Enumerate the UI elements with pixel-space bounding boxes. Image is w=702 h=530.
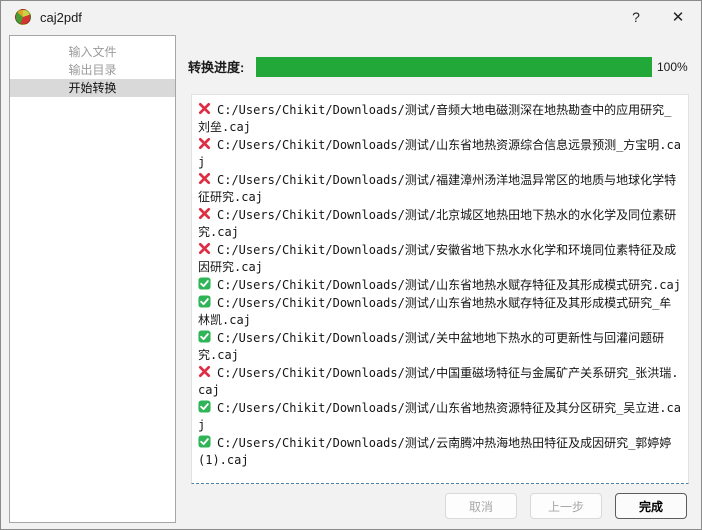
progress-row: 转换进度: 100% <box>188 56 691 77</box>
titlebar: caj2pdf ? ✕ <box>1 1 701 33</box>
file-path: C:/Users/Chikit/Downloads/测试/山东省地热资源特征及其… <box>198 401 681 432</box>
file-path: C:/Users/Chikit/Downloads/测试/山东省地热资源综合信息… <box>198 138 681 169</box>
app-icon <box>15 9 31 25</box>
sidebar-step-item[interactable]: 输入文件 <box>10 43 175 61</box>
status-icon <box>198 172 211 185</box>
file-path: C:/Users/Chikit/Downloads/测试/山东省地热水赋存特征及… <box>217 278 681 292</box>
progress-bar <box>256 56 652 77</box>
file-row: C:/Users/Chikit/Downloads/测试/云南腾冲热海地热田特征… <box>198 435 682 469</box>
status-icon <box>198 277 211 290</box>
file-row: C:/Users/Chikit/Downloads/测试/关中盆地地下热水的可更… <box>198 330 682 364</box>
sidebar-step-item[interactable]: 输出目录 <box>10 61 175 79</box>
file-row: C:/Users/Chikit/Downloads/测试/山东省地热资源综合信息… <box>198 137 682 171</box>
error-x-icon <box>198 365 211 378</box>
error-x-icon <box>198 242 211 255</box>
success-check-icon <box>198 435 211 448</box>
status-icon <box>198 330 211 343</box>
file-path: C:/Users/Chikit/Downloads/测试/音频大地电磁测深在地热… <box>198 103 672 134</box>
file-row: C:/Users/Chikit/Downloads/测试/北京城区地热田地下热水… <box>198 207 682 241</box>
wizard-button[interactable]: 上一步 <box>530 493 602 519</box>
progress-bar-fill <box>256 56 652 77</box>
file-row: C:/Users/Chikit/Downloads/测试/山东省地热水赋存特征及… <box>198 295 682 329</box>
steps-sidebar: 输入文件 输出目录 开始转换 <box>9 35 176 523</box>
error-x-icon <box>198 137 211 150</box>
file-path: C:/Users/Chikit/Downloads/测试/安徽省地下热水水化学和… <box>198 243 677 274</box>
error-x-icon <box>198 172 211 185</box>
success-check-icon <box>198 277 211 290</box>
status-icon <box>198 102 211 115</box>
file-path: C:/Users/Chikit/Downloads/测试/关中盆地地下热水的可更… <box>198 331 665 362</box>
file-row: C:/Users/Chikit/Downloads/测试/安徽省地下热水水化学和… <box>198 242 682 276</box>
caj2pdf-window: { "window": { "title": "caj2pdf", "help_… <box>0 0 702 530</box>
file-path: C:/Users/Chikit/Downloads/测试/中国重磁场特征与金属矿… <box>198 366 679 397</box>
file-path: C:/Users/Chikit/Downloads/测试/云南腾冲热海地热田特征… <box>198 436 672 467</box>
sidebar-step-label: 输出目录 <box>68 63 117 77</box>
status-icon <box>198 365 211 378</box>
progress-label: 转换进度: <box>188 60 245 75</box>
file-row: C:/Users/Chikit/Downloads/测试/山东省地热资源特征及其… <box>198 400 682 434</box>
sidebar-step-label: 输入文件 <box>68 45 117 59</box>
wizard-button[interactable]: 取消 <box>445 493 517 519</box>
file-row: C:/Users/Chikit/Downloads/测试/音频大地电磁测深在地热… <box>198 102 682 136</box>
file-row: C:/Users/Chikit/Downloads/测试/福建漳州汤洋地温异常区… <box>198 172 682 206</box>
file-path: C:/Users/Chikit/Downloads/测试/北京城区地热田地下热水… <box>198 208 677 239</box>
status-icon <box>198 207 211 220</box>
success-check-icon <box>198 400 211 413</box>
status-icon <box>198 435 211 448</box>
footer-buttons: 取消 上一步 完成 <box>445 493 687 519</box>
close-button[interactable]: ✕ <box>657 1 699 33</box>
error-x-icon <box>198 102 211 115</box>
sidebar-step-item[interactable]: 开始转换 <box>10 79 175 97</box>
success-check-icon <box>198 330 211 343</box>
success-check-icon <box>198 295 211 308</box>
titlebar-buttons: ? ✕ <box>615 1 701 33</box>
file-path: C:/Users/Chikit/Downloads/测试/山东省地热水赋存特征及… <box>198 296 672 327</box>
status-icon <box>198 400 211 413</box>
wizard-button[interactable]: 完成 <box>615 493 687 519</box>
status-icon <box>198 295 211 308</box>
error-x-icon <box>198 207 211 220</box>
help-button[interactable]: ? <box>615 1 657 33</box>
file-list[interactable]: C:/Users/Chikit/Downloads/测试/音频大地电磁测深在地热… <box>191 94 689 484</box>
status-icon <box>198 137 211 150</box>
file-row: C:/Users/Chikit/Downloads/测试/山东省地热水赋存特征及… <box>198 277 682 294</box>
status-icon <box>198 242 211 255</box>
sidebar-step-label: 开始转换 <box>68 81 117 95</box>
window-title: caj2pdf <box>40 9 82 25</box>
file-row: C:/Users/Chikit/Downloads/测试/中国重磁场特征与金属矿… <box>198 365 682 399</box>
progress-percent: 100% <box>657 59 688 74</box>
file-path: C:/Users/Chikit/Downloads/测试/福建漳州汤洋地温异常区… <box>198 173 677 204</box>
